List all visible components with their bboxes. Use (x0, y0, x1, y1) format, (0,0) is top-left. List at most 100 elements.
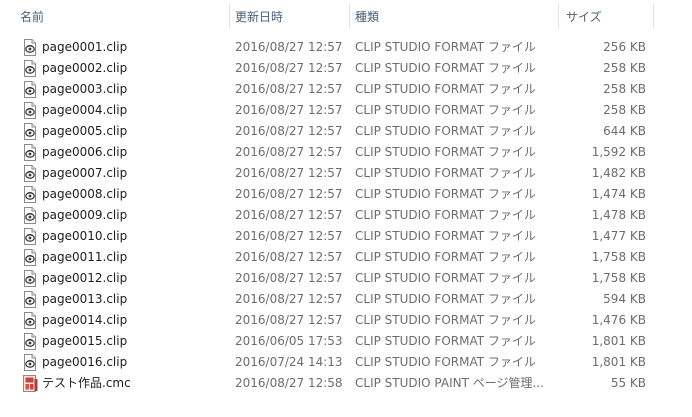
file-size: 1,592 KB (591, 145, 646, 159)
clip-file-icon (22, 186, 38, 203)
file-name: page0003.clip (42, 82, 128, 96)
column-header-date-label: 更新日時 (235, 10, 284, 24)
clip-file-icon (22, 312, 38, 329)
file-name: page0010.clip (42, 229, 128, 243)
file-type: CLIP STUDIO FORMAT ファイル (355, 271, 536, 285)
file-type: CLIP STUDIO FORMAT ファイル (355, 355, 536, 369)
file-row[interactable]: page0006.clip 2016/08/27 12:57 CLIP STUDIO… (0, 142, 660, 163)
file-row[interactable]: page0004.clip 2016/08/27 12:57 CLIP STUDIO… (0, 100, 660, 121)
column-divider[interactable] (653, 3, 654, 29)
clip-file-icon (22, 333, 38, 350)
clip-file-icon (22, 354, 38, 371)
column-header-name[interactable]: 名前 (0, 0, 230, 33)
file-row[interactable]: page0016.clip 2016/07/24 14:13 CLIP STUDIO… (0, 352, 660, 373)
clip-file-icon (22, 102, 38, 119)
column-header-type[interactable]: 種類 (350, 0, 559, 33)
file-modified-date: 2016/06/05 17:53 (235, 334, 343, 348)
cmc-file-icon (22, 375, 38, 392)
clip-file-icon (22, 270, 38, 287)
file-name: page0008.clip (42, 187, 128, 201)
file-modified-date: 2016/08/27 12:57 (235, 145, 343, 159)
file-type: CLIP STUDIO FORMAT ファイル (355, 103, 536, 117)
file-type: CLIP STUDIO FORMAT ファイル (355, 124, 536, 138)
file-size: 258 KB (603, 103, 646, 117)
column-header-date[interactable]: 更新日時 (230, 0, 350, 33)
file-type: CLIP STUDIO FORMAT ファイル (355, 334, 536, 348)
file-modified-date: 2016/08/27 12:57 (235, 271, 343, 285)
column-header-bar: 名前 更新日時 種類 サイズ (0, 0, 692, 33)
file-size: 1,758 KB (591, 250, 646, 264)
column-header-size[interactable]: サイズ (559, 0, 654, 33)
file-modified-date: 2016/08/27 12:57 (235, 292, 343, 306)
file-name: page0001.clip (42, 40, 128, 54)
file-modified-date: 2016/08/27 12:57 (235, 82, 343, 96)
file-row[interactable]: page0001.clip 2016/08/27 12:57 CLIP STUDIO… (0, 37, 660, 58)
file-size: 1,477 KB (591, 229, 646, 243)
file-name: page0007.clip (42, 166, 128, 180)
clip-file-icon (22, 207, 38, 224)
file-type: CLIP STUDIO FORMAT ファイル (355, 187, 536, 201)
file-size: 55 KB (610, 376, 646, 390)
file-size: 1,474 KB (591, 187, 646, 201)
clip-file-icon (22, 39, 38, 56)
file-name: page0013.clip (42, 292, 128, 306)
file-name: page0012.clip (42, 271, 128, 285)
file-size: 1,476 KB (591, 313, 646, 327)
file-row[interactable]: page0005.clip 2016/08/27 12:57 CLIP STUDIO… (0, 121, 660, 142)
file-name: page0015.clip (42, 334, 128, 348)
file-row[interactable]: page0002.clip 2016/08/27 12:57 CLIP STUDIO… (0, 58, 660, 79)
file-modified-date: 2016/08/27 12:57 (235, 61, 343, 75)
file-size: 1,801 KB (591, 355, 646, 369)
file-row[interactable]: page0010.clip 2016/08/27 12:57 CLIP STUDIO… (0, 226, 660, 247)
file-modified-date: 2016/08/27 12:57 (235, 208, 343, 222)
file-size: 256 KB (603, 40, 646, 54)
file-size: 258 KB (603, 61, 646, 75)
file-row[interactable]: page0007.clip 2016/08/27 12:57 CLIP STUDIO… (0, 163, 660, 184)
file-type: CLIP STUDIO FORMAT ファイル (355, 229, 536, 243)
file-modified-date: 2016/08/27 12:58 (235, 376, 343, 390)
file-size: 1,482 KB (591, 166, 646, 180)
file-name: page0009.clip (42, 208, 128, 222)
file-modified-date: 2016/08/27 12:57 (235, 250, 343, 264)
file-row[interactable]: テスト作品.cmc 2016/08/27 12:58 CLIP STUDIO PAI… (0, 373, 660, 394)
file-row[interactable]: page0003.clip 2016/08/27 12:57 CLIP STUDIO… (0, 79, 660, 100)
clip-file-icon (22, 81, 38, 98)
file-modified-date: 2016/08/27 12:57 (235, 124, 343, 138)
file-name: page0014.clip (42, 313, 128, 327)
file-row[interactable]: page0009.clip 2016/08/27 12:57 CLIP STUDIO… (0, 205, 660, 226)
file-modified-date: 2016/08/27 12:57 (235, 313, 343, 327)
file-row[interactable]: page0012.clip 2016/08/27 12:57 CLIP STUDIO… (0, 268, 660, 289)
file-row[interactable]: page0013.clip 2016/08/27 12:57 CLIP STUDIO… (0, 289, 660, 310)
clip-file-icon (22, 144, 38, 161)
file-size: 258 KB (603, 82, 646, 96)
file-modified-date: 2016/08/27 12:57 (235, 187, 343, 201)
column-header-size-label: サイズ (566, 10, 602, 24)
file-row[interactable]: page0008.clip 2016/08/27 12:57 CLIP STUDIO… (0, 184, 660, 205)
file-row[interactable]: page0011.clip 2016/08/27 12:57 CLIP STUDIO… (0, 247, 660, 268)
column-header-type-label: 種類 (355, 10, 380, 24)
file-type: CLIP STUDIO FORMAT ファイル (355, 40, 536, 54)
file-name: page0016.clip (42, 355, 128, 369)
file-type: CLIP STUDIO FORMAT ファイル (355, 292, 536, 306)
file-type: CLIP STUDIO FORMAT ファイル (355, 61, 536, 75)
file-size: 644 KB (603, 124, 646, 138)
file-list-view: 名前 更新日時 種類 サイズ page0001.clip2016/08/27 (0, 0, 692, 417)
column-header-name-label: 名前 (20, 10, 45, 24)
file-modified-date: 2016/08/27 12:57 (235, 40, 343, 54)
file-type: CLIP STUDIO FORMAT ファイル (355, 145, 536, 159)
file-size: 1,758 KB (591, 271, 646, 285)
file-name: page0002.clip (42, 61, 128, 75)
file-size: 1,478 KB (591, 208, 646, 222)
file-size: 1,801 KB (591, 334, 646, 348)
file-modified-date: 2016/07/24 14:13 (235, 355, 343, 369)
file-modified-date: 2016/08/27 12:57 (235, 103, 343, 117)
file-name: page0006.clip (42, 145, 128, 159)
clip-file-icon (22, 165, 38, 182)
file-name: テスト作品.cmc (42, 376, 131, 390)
file-type: CLIP STUDIO FORMAT ファイル (355, 82, 536, 96)
file-row[interactable]: page0014.clip 2016/08/27 12:57 CLIP STUDIO… (0, 310, 660, 331)
clip-file-icon (22, 123, 38, 140)
file-name: page0005.clip (42, 124, 128, 138)
file-row[interactable]: page0015.clip 2016/06/05 17:53 CLIP STUDIO… (0, 331, 660, 352)
file-type: CLIP STUDIO FORMAT ファイル (355, 208, 536, 222)
